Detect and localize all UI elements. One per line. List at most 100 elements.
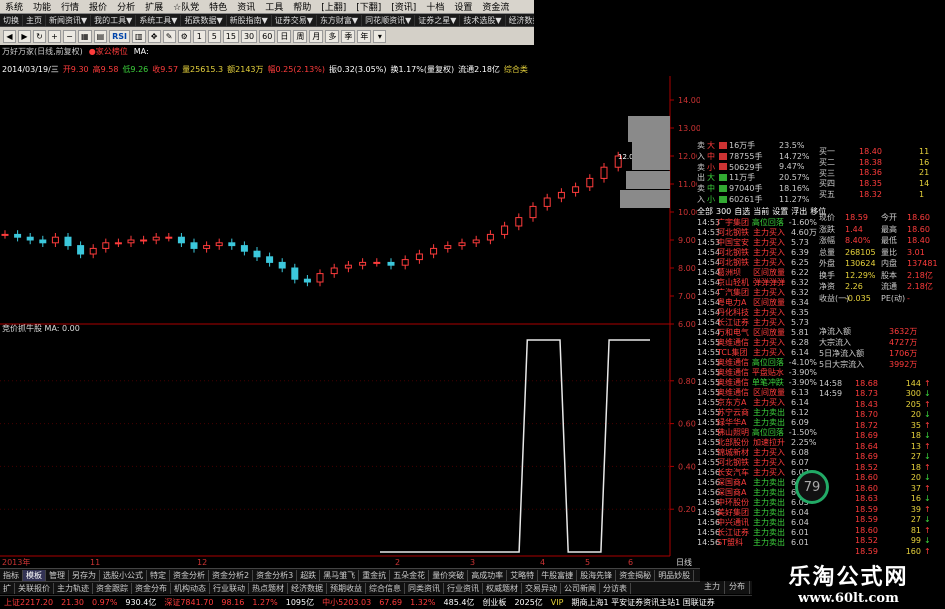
info-tab-5[interactable]: 机构动态 [171, 582, 210, 594]
right-tab-1[interactable]: 分布 [725, 581, 750, 594]
period-button-6[interactable]: 周 [293, 29, 308, 43]
indicator-tab-15[interactable]: 艾略特 [507, 569, 539, 581]
nav-item-4[interactable]: 系统工具▼ [136, 14, 182, 26]
alert-row[interactable]: 14:53 广宇集团 高位回落 -1.60% [697, 217, 817, 227]
grid-icon[interactable]: ▦ [78, 29, 92, 43]
draw-icon[interactable]: ✎ [162, 29, 176, 43]
menu-item-13[interactable]: [资讯] [386, 0, 421, 13]
board-tab-1[interactable]: 300 [716, 207, 731, 216]
menu-item-4[interactable]: 分析 [112, 0, 140, 13]
menu-item-16[interactable]: 资金流 [477, 0, 514, 13]
settings-icon[interactable]: ⚙ [177, 29, 191, 43]
alert-row[interactable]: 14:55 佛山照明 高位回落 -1.50% [697, 427, 817, 437]
info-tab-2[interactable]: 主力轨迹 [54, 582, 93, 594]
indicator-tab-1[interactable]: 模板 [23, 569, 46, 581]
board-tab-2[interactable]: 自选 [734, 206, 750, 217]
menu-item-5[interactable]: 扩展 [140, 0, 168, 13]
refresh-icon[interactable]: ↻ [33, 29, 46, 43]
alert-row[interactable]: 14:55 绿华华A 主力卖出 6.09 [697, 417, 817, 427]
indicator-tab-12[interactable]: 五朵金花 [390, 569, 430, 581]
indicator-tab-16[interactable]: 牛股富捷 [538, 569, 578, 581]
menu-item-11[interactable]: [上翻] [316, 0, 351, 13]
indicator-tab-14[interactable]: 高成功率 [468, 569, 508, 581]
nav-item-2[interactable]: 新闻资讯▼ [46, 14, 92, 26]
menu-item-8[interactable]: 资讯 [232, 0, 260, 13]
indicator-tab-3[interactable]: 另存为 [69, 569, 100, 581]
menu-item-9[interactable]: 工具 [260, 0, 288, 13]
alert-row[interactable]: 14:54 河北钢铁 主力买入 6.39 [697, 247, 817, 257]
alert-row[interactable]: 14:54 葛洲坝 区间放量 6.22 [697, 267, 817, 277]
menu-item-6[interactable]: ☆队党 [168, 0, 204, 13]
info-tab-14[interactable]: 交易异动 [522, 582, 561, 594]
indicator-tab-0[interactable]: 指标 [0, 569, 23, 581]
indicator-tab-5[interactable]: 特定 [147, 569, 170, 581]
price-chart[interactable]: 14.0013.0012.0011.0010.009.008.007.006.0… [0, 76, 700, 566]
period-button-2[interactable]: 15 [222, 29, 239, 43]
nav-item-9[interactable]: 同花顺资讯▼ [362, 14, 416, 26]
move-icon[interactable]: ✥ [147, 29, 161, 43]
alert-row[interactable]: 14:54 粤电力A 区间放量 6.34 [697, 297, 817, 307]
menu-item-15[interactable]: 设置 [449, 0, 477, 13]
forward-icon[interactable]: ▶ [18, 29, 31, 43]
board-tab-3[interactable]: 当前 [753, 206, 769, 217]
back-icon[interactable]: ◀ [3, 29, 16, 43]
menu-item-0[interactable]: 系统 [0, 0, 28, 13]
board-tab-4[interactable]: 设置 [772, 206, 788, 217]
alert-row[interactable]: 14:54 京山轻机 弹弹弹弹 6.32 [697, 277, 817, 287]
alert-row[interactable]: 14:56 美好集团 主力卖出 6.04 [697, 507, 817, 517]
nav-item-11[interactable]: 技术选股▼ [460, 14, 506, 26]
zoom-in-icon[interactable]: + [48, 29, 61, 43]
alert-row[interactable]: 14:54 丹化科技 主力买入 6.35 [697, 307, 817, 317]
menu-item-2[interactable]: 行情 [56, 0, 84, 13]
period-button-9[interactable]: 季 [341, 29, 356, 43]
alert-row[interactable]: 14:55 TCL集团 主力买入 6.14 [697, 347, 817, 357]
alert-row[interactable]: 14:55 锦城新材 主力买入 6.08 [697, 447, 817, 457]
board-tab-0[interactable]: 全部 [697, 206, 713, 217]
alert-row[interactable]: 14:55 京东方A 主力买入 6.14 [697, 397, 817, 407]
info-tab-1[interactable]: 关联报价 [15, 582, 54, 594]
alert-row[interactable]: 14:56 ST盟科 主力卖出 6.01 [697, 537, 817, 547]
alert-row[interactable]: 14:54 河北钢铁 主力买入 6.25 [697, 257, 817, 267]
menu-item-1[interactable]: 功能 [28, 0, 56, 13]
period-button-8[interactable]: 多 [325, 29, 340, 43]
menu-item-14[interactable]: 十档 [421, 0, 449, 13]
alert-row[interactable]: 14:55 北部股份 加速拉升 2.25% [697, 437, 817, 447]
more-icon[interactable]: ▾ [373, 29, 387, 43]
nav-item-1[interactable]: 主页 [23, 14, 46, 26]
indicator-tab-4[interactable]: 选股小公式 [100, 569, 147, 581]
info-tab-3[interactable]: 资金跟踪 [93, 582, 132, 594]
period-button-10[interactable]: 年 [357, 29, 372, 43]
alert-row[interactable]: 14:55 奥维通信 平盘贴水 -3.90% [697, 367, 817, 377]
nav-item-7[interactable]: 证券交易▼ [272, 14, 317, 26]
info-tab-13[interactable]: 权威题材 [483, 582, 522, 594]
alert-row[interactable]: 14:54 万和电气 区间放量 5.81 [697, 327, 817, 337]
alert-row[interactable]: 14:54 广汽集团 主力买入 6.32 [697, 287, 817, 297]
nav-item-0[interactable]: 切换 [0, 14, 23, 26]
info-tab-12[interactable]: 行业资讯 [444, 582, 483, 594]
zoom-out-icon[interactable]: − [63, 29, 76, 43]
alert-row[interactable]: 14:55 奥维通信 高位回落 -4.10% [697, 357, 817, 367]
period-button-0[interactable]: 1 [192, 29, 206, 43]
info-tab-4[interactable]: 资金分布 [132, 582, 171, 594]
period-button-1[interactable]: 5 [207, 29, 221, 43]
alert-row[interactable]: 14:55 奥维通信 单笔冲跌 -3.90% [697, 377, 817, 387]
alert-row[interactable]: 14:55 河北钢铁 主力买入 6.07 [697, 457, 817, 467]
alert-row[interactable]: 14:54 长江证券 主力买入 5.73 [697, 317, 817, 327]
info-tab-9[interactable]: 预期收益 [327, 582, 366, 594]
info-tab-11[interactable]: 同类资讯 [405, 582, 444, 594]
menu-item-10[interactable]: 帮助 [288, 0, 316, 13]
indicator-tab-8[interactable]: 资金分析3 [253, 569, 298, 581]
indicator-tab-10[interactable]: 黑马雏飞 [320, 569, 360, 581]
indicator-tab-6[interactable]: 资金分析 [170, 569, 209, 581]
nav-item-5[interactable]: 拓跌数据▼ [181, 14, 227, 26]
menu-item-3[interactable]: 报价 [84, 0, 112, 13]
info-tab-6[interactable]: 行业联动 [210, 582, 249, 594]
nav-item-6[interactable]: 新股指南▼ [227, 14, 272, 26]
indicator-tab-7[interactable]: 资金分析2 [209, 569, 254, 581]
progress-circle[interactable]: 79 [795, 470, 829, 504]
bars-icon[interactable]: ▥ [132, 29, 146, 43]
indicator-tab-13[interactable]: 量价突破 [429, 569, 469, 581]
alert-row[interactable]: 14:55 奥维通信 主力买入 6.28 [697, 337, 817, 347]
board-tab-5[interactable]: 浮出 [791, 206, 807, 217]
alert-row[interactable]: 14:56 中兴通讯 主力卖出 6.04 [697, 517, 817, 527]
